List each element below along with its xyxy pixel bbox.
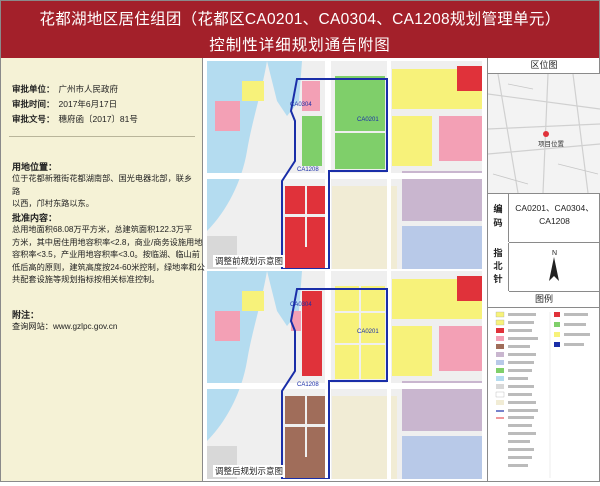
approval-text-line: 容积率<3.5，产业用地容积率<3.0。按临湖、临山前 [12,250,200,259]
maps-area: CA0304 CA0201 CA1208 调整前规划示意图 CA0304 CA0… [203,58,486,481]
legend [488,308,600,481]
approval-doc-label: 审批文号： [12,114,55,124]
sidebar-panel: 区位图 项目位置 编码 CA0201、CA0304、CA1208 指北针 N 图… [487,58,600,481]
unit-c-label: CA1208 [297,382,319,388]
location-section: 用地位置： 位于花都新雅街花都湖南部、国光电器北部，联乡路 以西，邝村东路以东。 [12,160,196,211]
unit-a-label: CA0304 [290,302,312,308]
notes-text: 查询网站：www.gzlpc.gov.cn [12,322,118,331]
approval-doc-value: 穗府函〔2017〕81号 [58,114,138,124]
unit-c-label: CA1208 [297,167,319,173]
location-map: 项目位置 [487,73,600,194]
north-arrow-icon: N [549,250,559,281]
unit-b-label: CA0201 [357,117,379,123]
location-map-title: 区位图 [488,58,600,74]
project-location-label: 项目位置 [538,139,565,148]
page-title: 花都湖地区居住组团（花都区CA0201、CA0304、CA1208规划管理单元） [39,11,561,28]
approval-text-line: 共配套设施等规划指标按相关标准控制。 [12,275,160,284]
after-map-caption: 调整后规划示意图 [213,465,286,477]
info-panel: 审批单位： 广州市人民政府 审批时间： 2017年6月17日 审批文号： 穗府函〔20… [1,58,205,481]
location-map-graphic: 项目位置 [487,73,600,194]
notice-page: 花都湖地区居住组团（花都区CA0201、CA0304、CA1208规划管理单元）… [0,0,600,482]
location-text-line: 以西，邝村东路以东。 [12,199,94,208]
approval-text-line: 方米，其中居住用地容积率<2.8，商业/商务设施用地 [12,237,203,247]
approval-text-line: 总用地面积68.08万平方米，总建筑面积122.3万平 [12,225,193,234]
approval-time-label: 审批时间： [12,99,55,109]
notes-label: 附注： [12,310,40,320]
code-label: 编码 [488,194,509,242]
location-label: 用地位置： [12,162,58,172]
after-map-graphic: CA0304 CA0201 CA1208 [207,271,482,479]
code-value: CA0201、CA0304、CA1208 [515,203,594,226]
north-label: 指北针 [488,243,509,291]
approval-unit-value: 广州市人民政府 [58,84,119,94]
unit-b-label: CA0201 [357,329,379,335]
location-text-line: 位于花都新雅街花都湖南部、国光电器北部，联乡路 [12,174,193,196]
notes-section: 附注： 查询网站：www.gzlpc.gov.cn [12,308,196,334]
before-map-caption: 调整前规划示意图 [213,255,286,267]
page-header: 花都湖地区居住组团（花都区CA0201、CA0304、CA1208规划管理单元）… [1,1,599,58]
north-letter: N [552,250,557,257]
unit-a-label: CA0304 [290,102,312,108]
approval-time-value: 2017年6月17日 [58,99,118,109]
code-cell: CA0201、CA0304、CA1208 [509,194,600,243]
approval-doc-row: 审批文号： 穗府函〔2017〕81号 [12,113,138,125]
approval-unit-label: 审批单位： [12,84,55,94]
approval-unit-row: 审批单位： 广州市人民政府 [12,83,118,95]
approval-section: 批准内容： 总用地面积68.08万平方米，总建筑面积122.3万平 方米，其中居… [12,211,205,287]
before-plan-map: CA0304 CA0201 CA1208 调整前规划示意图 [207,61,482,269]
divider [9,136,195,137]
approval-text-line: 低后高的原则，建筑高度按24-60米控制，绿地率和公 [12,262,205,272]
approval-time-row: 审批时间： 2017年6月17日 [12,98,117,110]
page-subtitle: 控制性详细规划通告附图 [209,37,391,54]
legend-title: 图例 [488,292,600,308]
north-arrow-cell: N [509,243,600,292]
after-plan-map: CA0304 CA0201 CA1208 调整后规划示意图 [207,271,482,479]
legend-graphic [495,311,590,478]
before-map-graphic: CA0304 CA0201 CA1208 [207,61,482,269]
approval-label: 批准内容： [12,213,58,223]
